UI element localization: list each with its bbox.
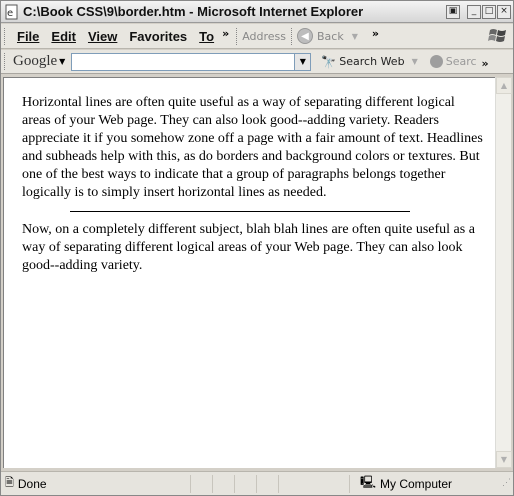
scroll-down-icon[interactable]: ▼ [496, 451, 512, 468]
toolbar-grip[interactable] [4, 27, 7, 45]
horizontal-rule [70, 211, 410, 212]
restore-icon[interactable]: ▣ [446, 4, 460, 19]
toolbar-grip[interactable] [4, 53, 7, 70]
search-web-dropdown-icon[interactable]: ▼ [412, 57, 418, 66]
minimize-button[interactable]: _ [467, 4, 481, 19]
security-zone[interactable]: 🖳 My Computer [349, 474, 497, 493]
toolbar-overflow-chevron-icon[interactable]: » [372, 27, 379, 40]
computer-icon: 🖳 [360, 475, 377, 489]
status-text: Done [17, 476, 47, 491]
address-label[interactable]: Address [242, 30, 286, 43]
page-content: Horizontal lines are often quite useful … [3, 77, 499, 468]
page-done-icon: 🗎 [5, 477, 14, 489]
status-pane [233, 474, 256, 493]
binoculars-icon: 🔭 [321, 54, 337, 69]
menu-edit[interactable]: Edit [45, 29, 82, 44]
search-results-button[interactable]: Searc » [429, 54, 491, 70]
back-dropdown-icon[interactable]: ▼ [352, 32, 358, 41]
menu-view[interactable]: View [82, 29, 123, 44]
svg-text:e: e [7, 8, 13, 19]
search-results-label: Searc [445, 55, 477, 68]
google-overflow-chevron-icon[interactable]: » [482, 57, 489, 70]
menu-favorites[interactable]: Favorites [123, 29, 193, 44]
resize-grip-icon[interactable]: ⋰ [497, 477, 511, 491]
paragraph-2: Now, on a completely different subject, … [22, 222, 475, 273]
browser-window: e C:\Book CSS\9\border.htm - Microsoft I… [0, 0, 514, 496]
back-label: Back [317, 29, 344, 43]
toolbar-separator [291, 27, 293, 45]
search-history-dropdown-icon[interactable]: ▼ [295, 52, 312, 71]
menu-bar: File Edit View Favorites To » Address ◀ … [1, 24, 513, 49]
back-button[interactable]: ◀ Back ▼ [297, 28, 358, 44]
google-logo[interactable]: Google [13, 53, 57, 70]
title-bar: e C:\Book CSS\9\border.htm - Microsoft I… [1, 1, 513, 23]
close-button[interactable]: × [497, 4, 511, 19]
google-menu-dropdown-icon[interactable]: ▼ [59, 57, 65, 66]
back-arrow-icon: ◀ [297, 28, 314, 44]
maximize-button[interactable]: □ [482, 4, 496, 19]
toolbar-separator [236, 27, 238, 45]
google-toolbar: Google ▼ ▼ 🔭 Search Web ▼ Searc » [1, 50, 513, 74]
status-pane [211, 474, 234, 493]
status-pane [277, 474, 300, 493]
ie-page-icon: e [5, 4, 18, 19]
paragraph-1: Horizontal lines are often quite useful … [22, 95, 483, 200]
zone-label: My Computer [380, 476, 453, 491]
google-search-input[interactable] [71, 52, 296, 71]
search-web-label: Search Web [339, 55, 405, 68]
vertical-scrollbar[interactable]: ▲ ▼ [495, 77, 512, 468]
search-results-icon [429, 55, 443, 68]
search-web-button[interactable]: 🔭 Search Web ▼ [321, 55, 417, 69]
menu-tools[interactable]: To [193, 29, 220, 44]
windows-logo-icon [488, 29, 506, 42]
status-pane [255, 474, 278, 493]
scroll-up-icon[interactable]: ▲ [496, 77, 512, 94]
status-pane [189, 474, 212, 493]
menu-file[interactable]: File [11, 29, 45, 44]
menu-overflow-chevron-icon[interactable]: » [222, 27, 229, 40]
status-bar: 🗎 Done 🖳 My Computer ⋰ [1, 471, 513, 495]
window-title: C:\Book CSS\9\border.htm - Microsoft Int… [23, 4, 364, 19]
